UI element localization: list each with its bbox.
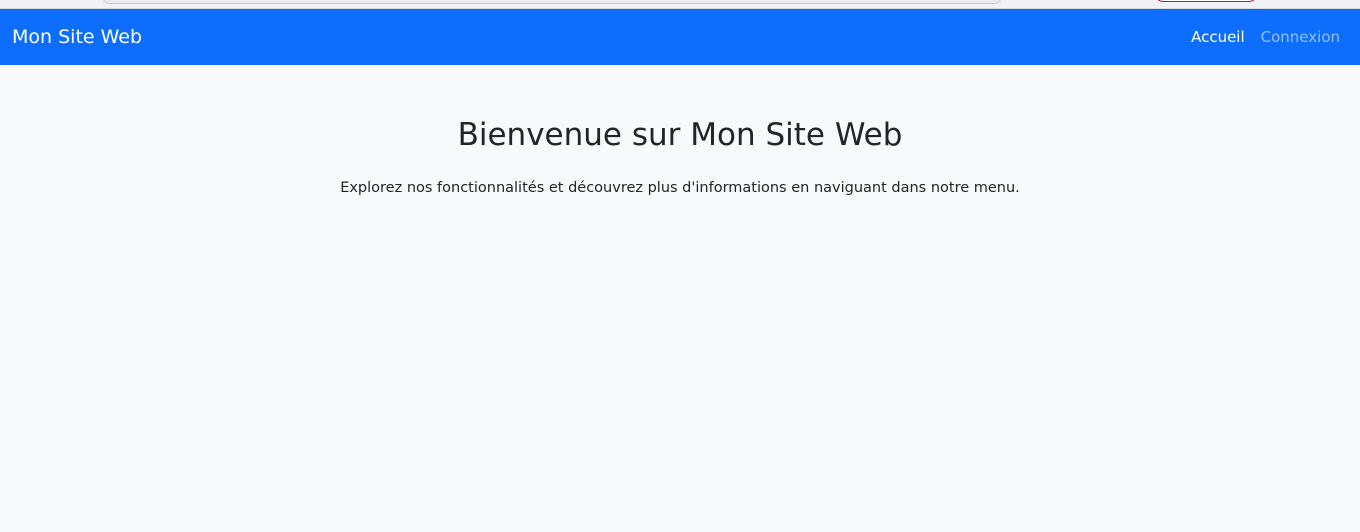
- navbar: Mon Site Web Accueil Connexion: [0, 9, 1360, 65]
- browser-chrome-strip: [0, 0, 1360, 9]
- navbar-brand-link[interactable]: Mon Site Web: [12, 27, 142, 47]
- main-content: Bienvenue sur Mon Site Web Explorez nos …: [0, 65, 1360, 200]
- navbar-links: Accueil Connexion: [1191, 29, 1340, 45]
- page-intro-text: Explorez nos fonctionnalités et découvre…: [340, 180, 1020, 197]
- nav-link-connexion[interactable]: Connexion: [1261, 29, 1340, 45]
- nav-link-accueil[interactable]: Accueil: [1191, 29, 1245, 45]
- browser-address-bar[interactable]: [102, 0, 1002, 4]
- page-title: Bienvenue sur Mon Site Web: [457, 117, 903, 153]
- browser-toolbar-button[interactable]: [1155, 0, 1257, 2]
